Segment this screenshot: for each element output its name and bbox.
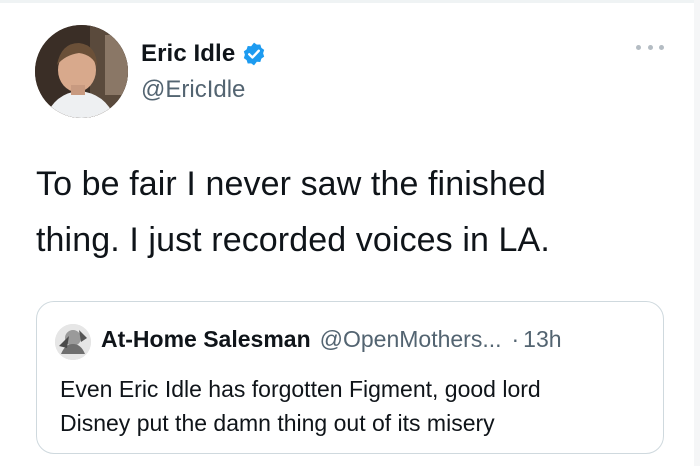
quoted-timestamp[interactable]: 13h [523,326,561,353]
quoted-author-photo-icon [55,324,91,360]
ellipsis-dot [636,44,641,50]
quoted-author-handle[interactable]: @OpenMothers... [320,326,502,353]
verified-badge-icon [241,41,267,67]
scrollbar-track[interactable] [694,0,700,466]
top-divider [0,0,700,3]
author-avatar[interactable] [35,25,128,118]
tweet-text-line: To be fair I never saw the finished [36,165,546,203]
quoted-separator: · [511,326,520,352]
tweet-text: To be fair I never saw the finished thin… [36,156,656,268]
quoted-author-name[interactable]: At-Home Salesman [101,326,311,353]
ellipsis-dot [647,44,653,50]
author-name-row: Eric Idle [141,38,267,70]
quoted-tweet-header: At-Home Salesman @OpenMothers... · 13h [101,326,562,353]
quoted-tweet-card[interactable]: At-Home Salesman @OpenMothers... · 13h E… [36,301,664,454]
ellipsis-icon[interactable] [636,40,664,54]
tweet-text-line: thing. I just recorded voices in LA. [36,221,550,259]
quoted-tweet-text: Even Eric Idle has forgotten Figment, go… [60,372,650,440]
author-photo-icon [35,25,128,118]
ellipsis-dot [659,44,664,50]
quoted-text-line: Disney put the damn thing out of its mis… [60,410,495,436]
quoted-author-avatar [55,324,91,360]
author-handle[interactable]: @EricIdle [141,76,245,104]
quoted-text-line: Even Eric Idle has forgotten Figment, go… [60,376,541,402]
author-display-name[interactable]: Eric Idle [141,40,235,68]
